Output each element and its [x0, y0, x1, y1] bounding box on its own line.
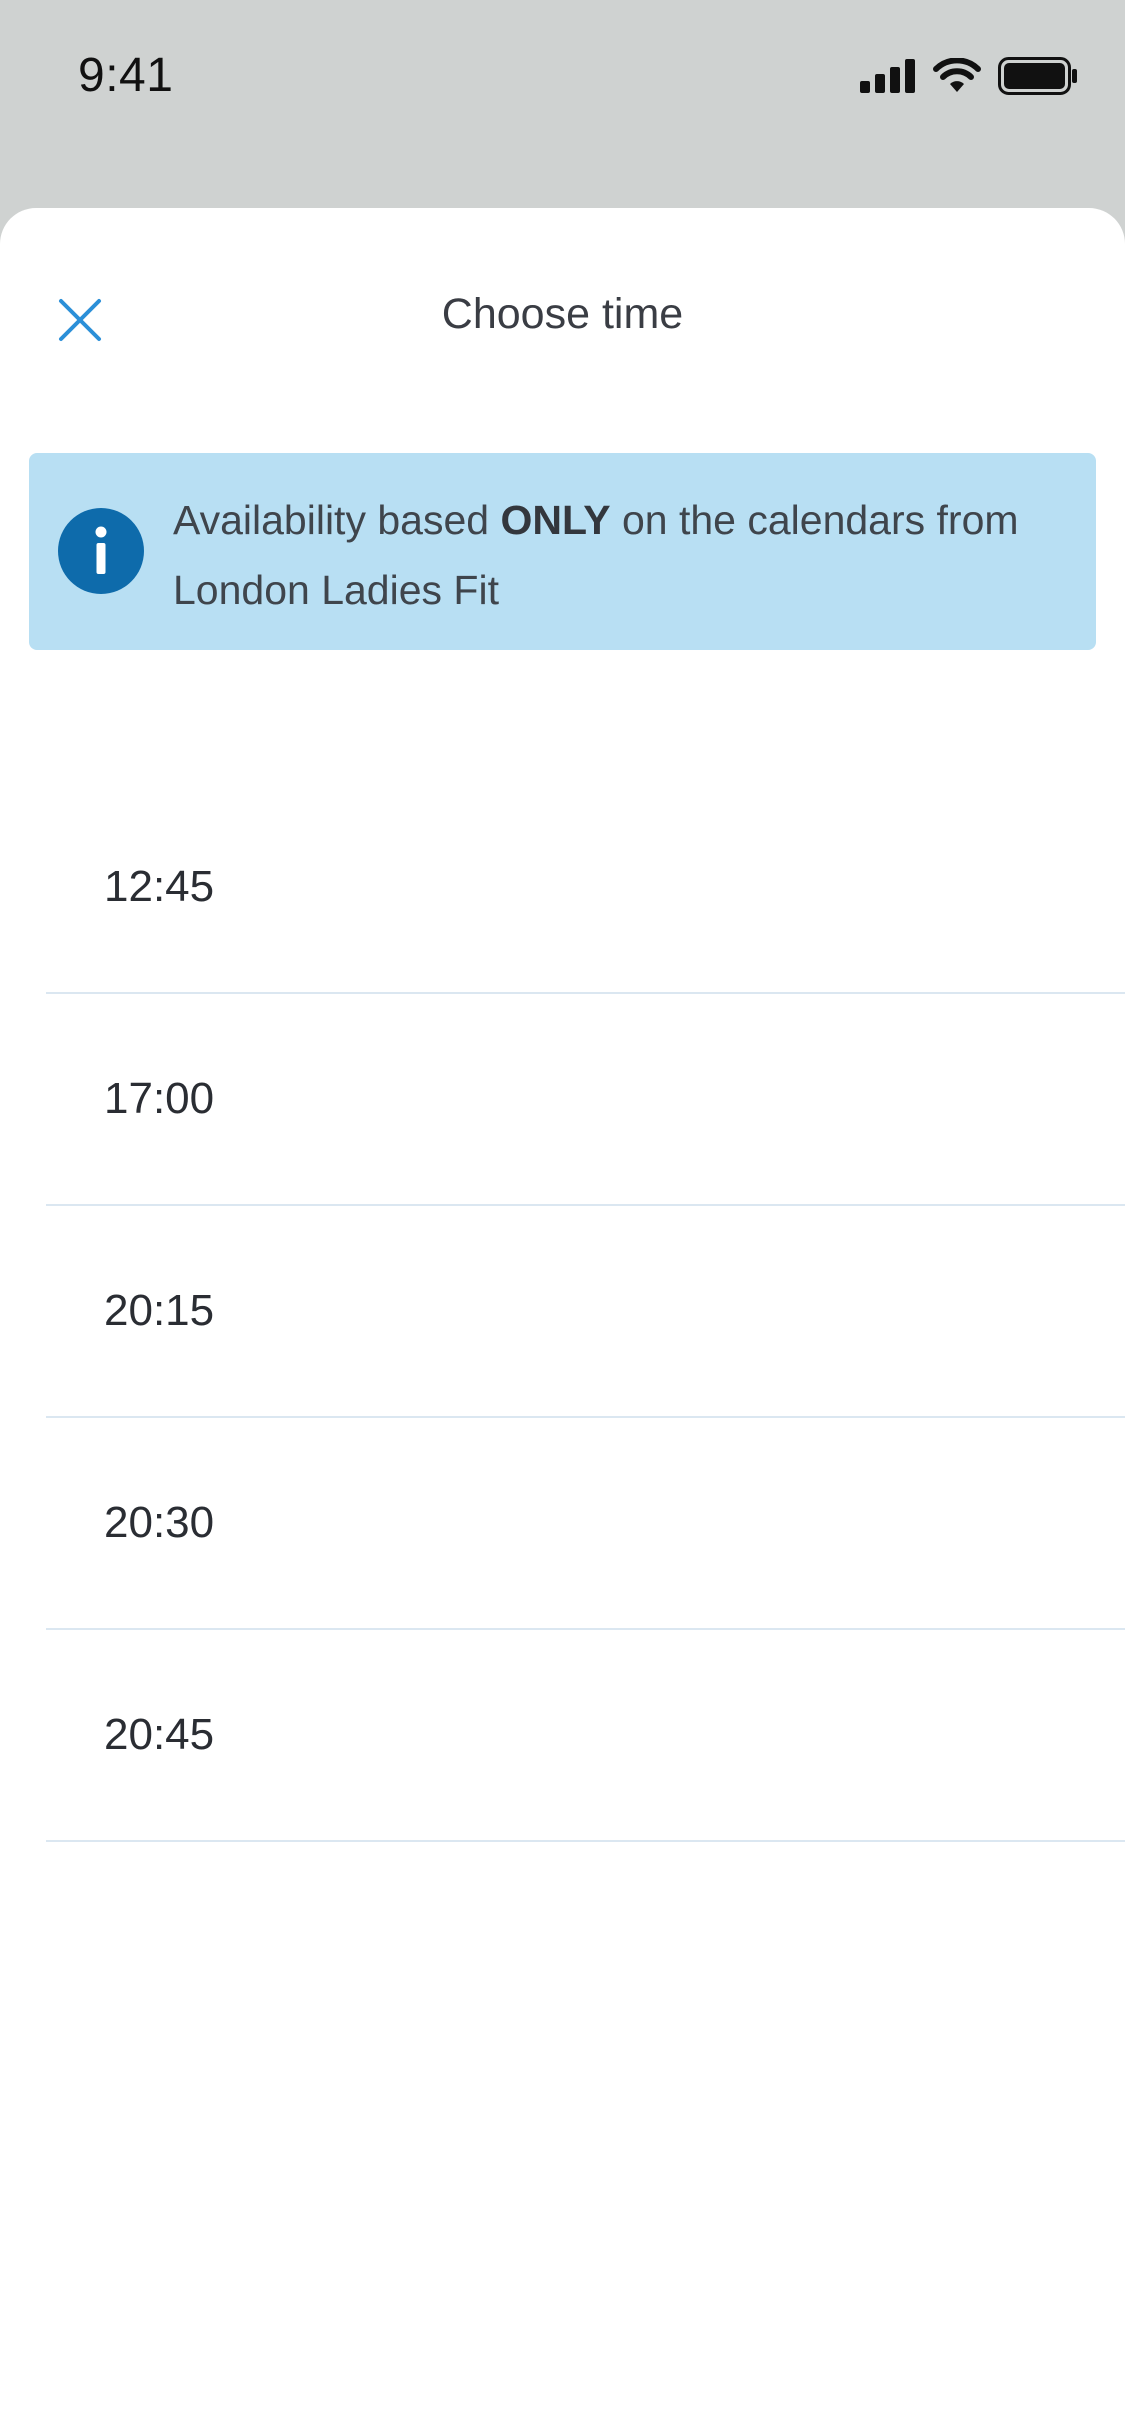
time-label: 20:30 — [104, 1498, 215, 1547]
info-banner: Availability based ONLY on the calendars… — [29, 453, 1096, 650]
bottom-sheet: Choose time Availability based ONLY on t… — [0, 208, 1125, 2436]
info-text: Availability based ONLY on the calendars… — [173, 485, 1053, 625]
time-option[interactable]: 12:45 — [0, 782, 1125, 994]
cellular-signal-icon — [860, 58, 916, 98]
time-option[interactable]: 20:30 — [0, 1418, 1125, 1630]
divider — [46, 1840, 1125, 1842]
time-label: 20:45 — [104, 1710, 215, 1759]
time-label: 12:45 — [104, 862, 215, 911]
info-text-bold: ONLY — [500, 497, 611, 543]
info-text-before: Availability based — [173, 497, 501, 543]
page-title: Choose time — [441, 290, 684, 338]
battery-icon — [998, 56, 1078, 100]
time-label: 20:15 — [104, 1286, 215, 1335]
time-label: 17:00 — [104, 1074, 215, 1123]
status-bar: 9:41 — [0, 0, 1125, 208]
info-icon — [58, 508, 144, 594]
status-time: 9:41 — [78, 49, 174, 102]
time-list: 12:45 17:00 20:15 20:30 20:45 — [0, 782, 1125, 1842]
wifi-icon — [932, 56, 982, 99]
time-option[interactable]: 20:45 — [0, 1630, 1125, 1842]
status-icons — [860, 56, 1078, 100]
time-option[interactable]: 17:00 — [0, 994, 1125, 1206]
time-option[interactable]: 20:15 — [0, 1206, 1125, 1418]
